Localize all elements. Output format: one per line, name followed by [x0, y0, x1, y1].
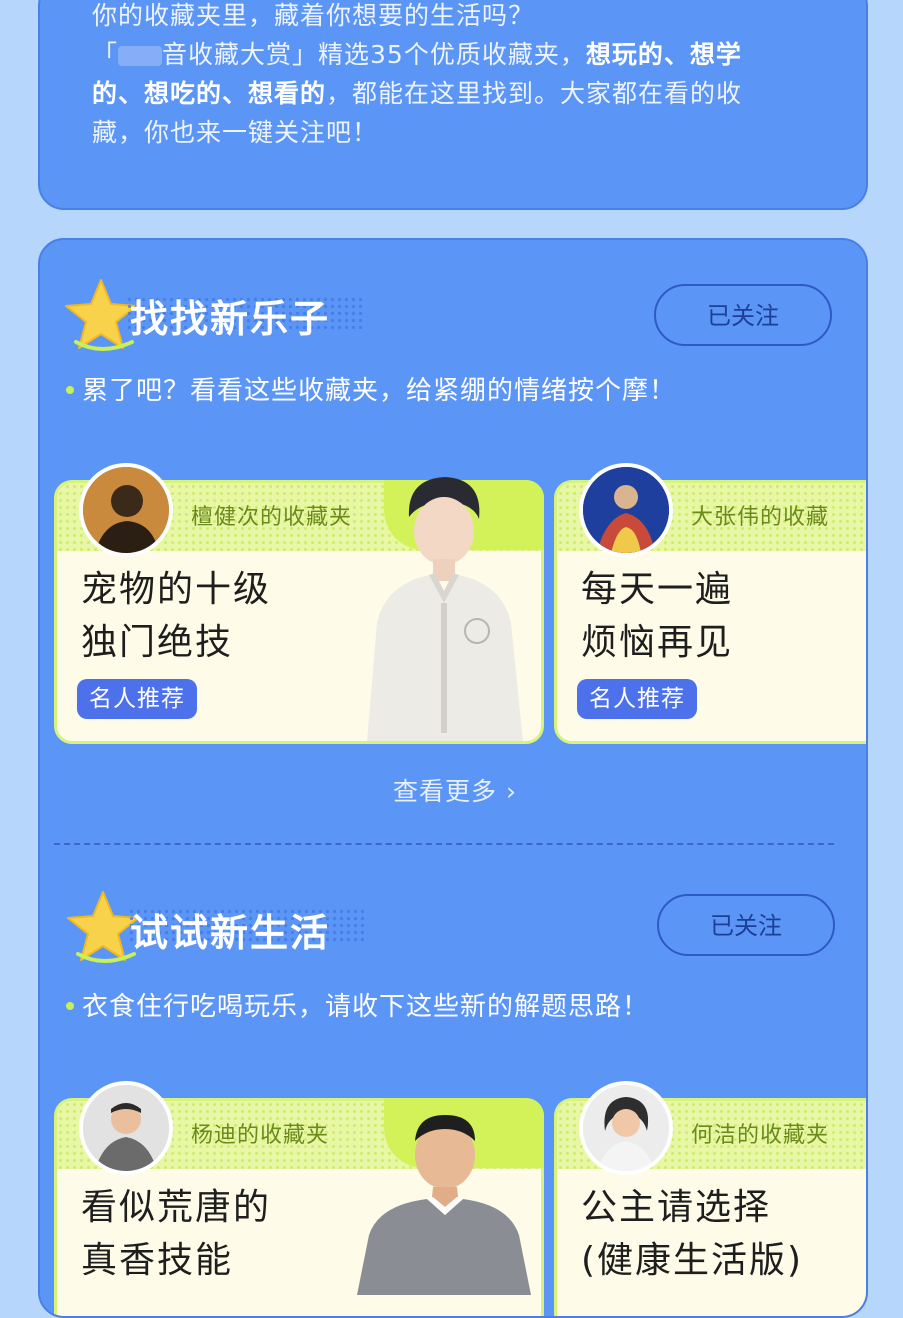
intro-line-2-bold: 想玩的、想学: [585, 40, 742, 69]
section-subtitle-text: 衣食住行吃喝玩乐，请收下这些新的解题思路！: [82, 992, 650, 1022]
card-title-line-1: 看似荒唐的: [81, 1187, 272, 1228]
collection-card[interactable]: 檀健次的收藏夹 宠物的十级 独门绝技 名人推荐: [54, 463, 544, 744]
avatar-silhouette: [83, 467, 169, 553]
avatar: [579, 1081, 673, 1175]
card-title-line-2: 烦恼再见: [581, 622, 734, 663]
card-title-line-1: 宠物的十级: [81, 569, 272, 610]
celebrity-recommend-tag: 名人推荐: [77, 679, 197, 719]
avatar: [79, 463, 173, 557]
card-title-line-2: 真香技能: [81, 1240, 234, 1281]
section-title: 试试新生活: [130, 911, 331, 955]
collection-card[interactable]: 大张伟的收藏 每天一遍 烦恼再见 名人推荐: [554, 463, 866, 744]
avatar: [79, 1081, 173, 1175]
intro-line-3-bold: 的、想吃的、想看的: [92, 79, 327, 108]
followed-button[interactable]: 已关注: [654, 284, 832, 346]
intro-line-1: 你的收藏夹里，藏着你想要的生活吗？: [92, 1, 535, 30]
collection-owner: 杨迪的收藏夹: [191, 1123, 330, 1148]
card-title: 公主请选择 (健康生活版): [581, 1181, 803, 1287]
intro-line-2: 「 音收藏大赏」精选35个优质收藏夹，想玩的、想学: [92, 35, 872, 74]
section-subtitle: 累了吧？看看这些收藏夹，给紧绷的情绪按个摩！: [66, 370, 676, 407]
intro-text: 你的收藏夹里，藏着你想要的生活吗？ 「 音收藏大赏」精选35个优质收藏夹，想玩的、…: [92, 0, 872, 152]
card-title: 看似荒唐的 真香技能: [81, 1181, 271, 1287]
collection-card[interactable]: 何洁的收藏夹 公主请选择 (健康生活版): [554, 1081, 866, 1316]
intro-line-3: 的、想吃的、想看的，都能在这里找到。大家都在看的收: [92, 74, 872, 113]
intro-line-2-text: 音收藏大赏」精选35个优质收藏夹，: [162, 40, 586, 69]
collection-owner: 大张伟的收藏: [691, 505, 830, 530]
collection-card[interactable]: 杨迪的收藏夹 看似荒唐的 真香技能: [54, 1081, 544, 1316]
card-title: 每天一遍 烦恼再见: [581, 563, 733, 669]
intro-card: 你的收藏夹里，藏着你想要的生活吗？ 「 音收藏大赏」精选35个优质收藏夹，想玩的、…: [38, 0, 868, 210]
section-subtitle-text: 累了吧？看看这些收藏夹，给紧绷的情绪按个摩！: [82, 376, 677, 406]
bullet-dot: [66, 385, 74, 394]
bullet-dot: [66, 1001, 74, 1010]
card-title: 宠物的十级 独门绝技: [81, 563, 271, 669]
avatar-silhouette: [583, 1085, 669, 1171]
section-subtitle: 衣食住行吃喝玩乐，请收下这些新的解题思路！: [66, 986, 649, 1023]
collections-panel: 找找新乐子 已关注 累了吧？看看这些收藏夹，给紧绷的情绪按个摩！ 檀健次的收藏夹…: [38, 238, 868, 1318]
celebrity-photo: [367, 477, 523, 741]
card-title-line-2: (健康生活版): [581, 1240, 804, 1281]
avatar-silhouette: [83, 1085, 169, 1171]
see-more-link[interactable]: 查看更多 ›: [40, 772, 866, 808]
intro-line-3-text: ，都能在这里找到。大家都在看的收: [326, 79, 743, 108]
celebrity-photo: [357, 1115, 531, 1295]
collection-owner: 檀健次的收藏夹: [191, 505, 353, 530]
card-title-line-1: 公主请选择: [581, 1187, 772, 1228]
blurred-logo: [118, 46, 163, 66]
intro-line-4: 藏，你也来一键关注吧！: [92, 118, 379, 147]
celebrity-recommend-tag: 名人推荐: [577, 679, 697, 719]
collection-owner: 何洁的收藏夹: [691, 1123, 830, 1148]
avatar-silhouette: [583, 467, 669, 553]
followed-button[interactable]: 已关注: [657, 894, 835, 956]
section-title: 找找新乐子: [130, 297, 331, 341]
section-divider: [54, 843, 834, 845]
avatar: [579, 463, 673, 557]
intro-quote-open: 「: [92, 40, 119, 69]
card-title-line-1: 每天一遍: [581, 569, 734, 610]
card-title-line-2: 独门绝技: [81, 622, 234, 663]
